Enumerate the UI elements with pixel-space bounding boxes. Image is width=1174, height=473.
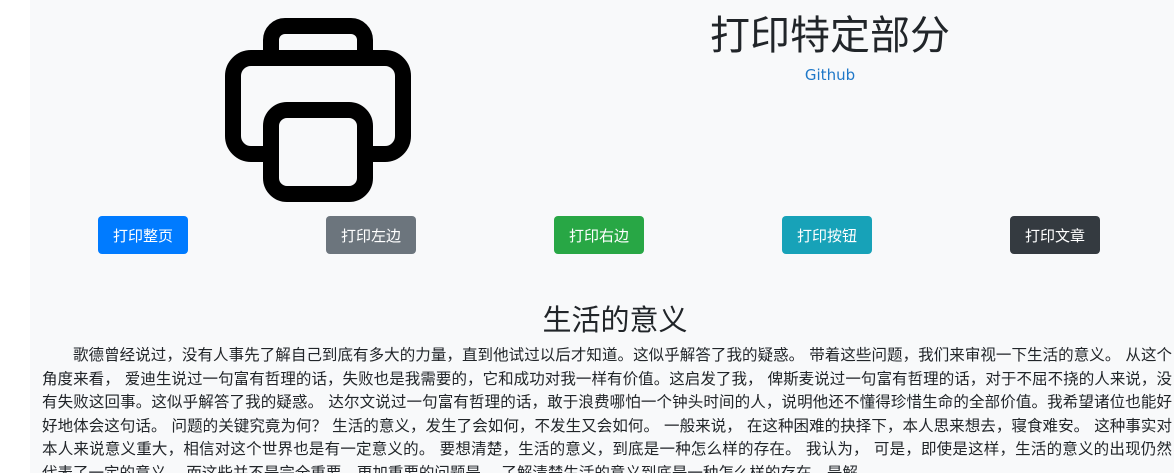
page-title: 打印特定部分 bbox=[710, 13, 950, 59]
article-title: 生活的意义 bbox=[542, 303, 688, 337]
page-container: 打印特定部分 Github 打印整页 打印左边 打印右边 打印按钮 打印文章 生… bbox=[30, 0, 1174, 473]
print-page-button[interactable]: 打印整页 bbox=[98, 216, 188, 254]
print-button-button[interactable]: 打印按钮 bbox=[782, 216, 872, 254]
github-link[interactable]: Github bbox=[605, 66, 1055, 84]
print-right-button[interactable]: 打印右边 bbox=[554, 216, 644, 254]
article-body: 歌德曾经说过，没有人事先了解自己到底有多大的力量，直到他试过以后才知道。这似乎解… bbox=[42, 346, 1172, 473]
print-article-button[interactable]: 打印文章 bbox=[1010, 216, 1100, 254]
printer-icon bbox=[225, 18, 411, 202]
print-left-button[interactable]: 打印左边 bbox=[326, 216, 416, 254]
